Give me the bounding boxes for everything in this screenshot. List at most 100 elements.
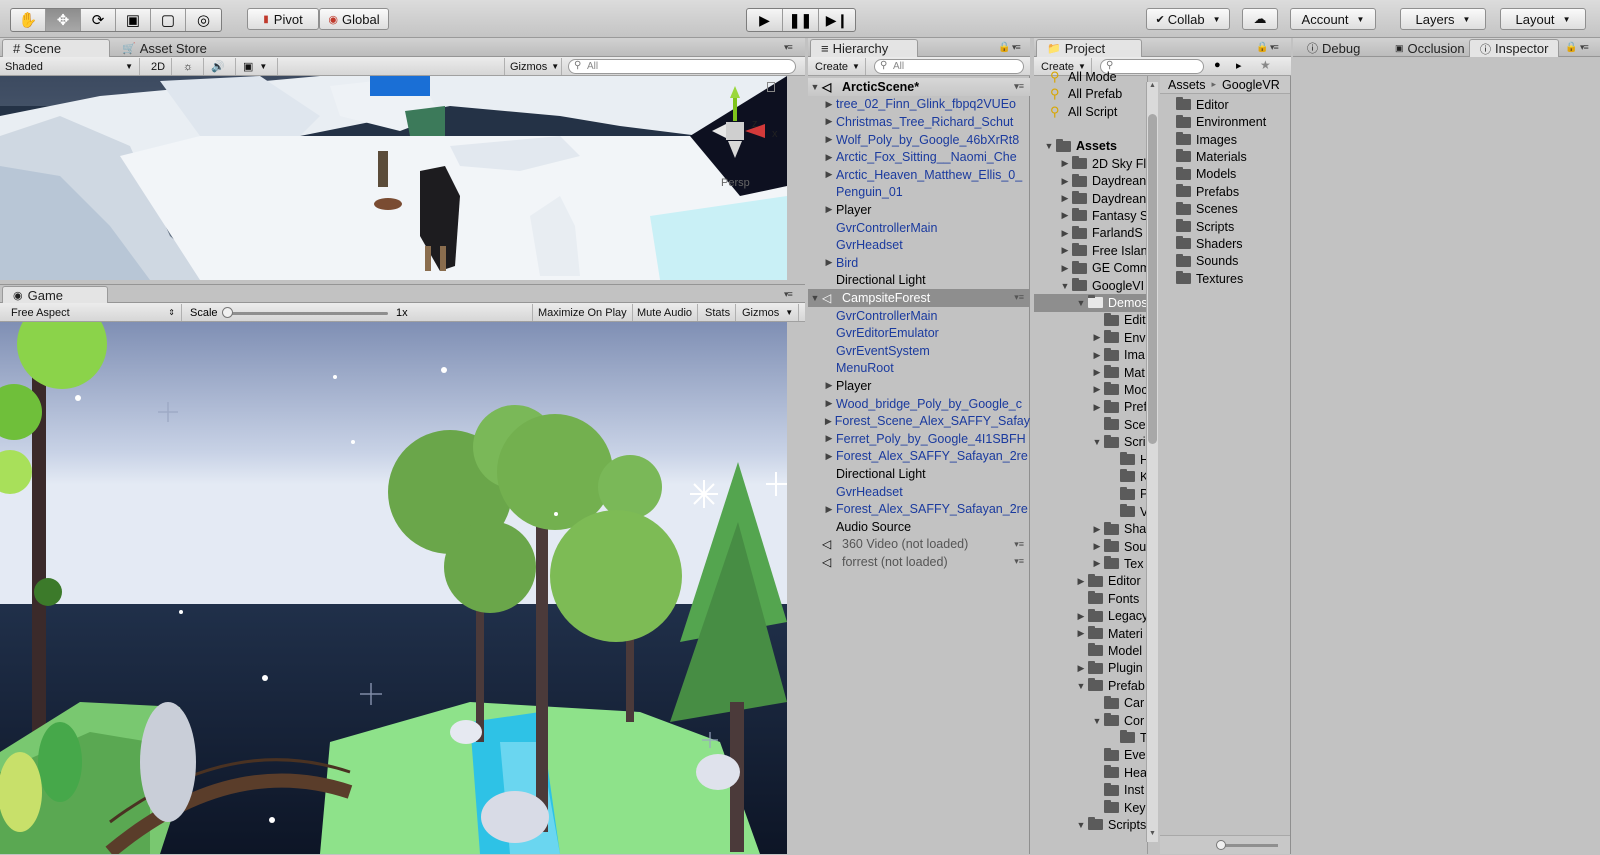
hierarchy-item[interactable]: ▶ tree_02_Finn_Glink_fbpq2VUEo [808, 96, 1030, 114]
lock-gizmo-icon[interactable] [767, 82, 775, 92]
chevron-right-icon[interactable]: ▶ [822, 99, 836, 110]
chevron-right-icon[interactable]: ▶ [1058, 176, 1072, 187]
lock-icon[interactable]: 🔒 [1565, 42, 1577, 53]
project-folder-item[interactable]: ▶ Sha [1090, 520, 1148, 538]
hierarchy-item[interactable]: ▶ Ferret_Poly_by_Google_4I1SBFH [808, 430, 1030, 448]
hierarchy-item[interactable]: GvrHeadset [808, 236, 1030, 254]
project-folder-item[interactable]: Inst [1090, 781, 1148, 799]
project-folder-item[interactable]: ▼ Prefab [1074, 677, 1148, 695]
global-button[interactable]: ◉ Global [319, 8, 389, 30]
saved-search-item[interactable]: ⚲ All Prefab [1042, 85, 1148, 103]
hand-tool-icon[interactable]: ✋ [11, 9, 46, 31]
chevron-right-icon[interactable]: ▶ [1090, 524, 1104, 535]
icon-size-slider-track[interactable] [1218, 844, 1278, 847]
chevron-down-icon[interactable]: ▼ [1058, 281, 1072, 291]
chevron-right-icon[interactable]: ▶ [1058, 228, 1072, 239]
scale-tool-icon[interactable]: ▣ [116, 9, 151, 31]
chevron-right-icon[interactable]: ▶ [1074, 611, 1088, 622]
project-asset-folder[interactable]: Scenes [1176, 200, 1288, 218]
project-folder-item[interactable]: ▼ GoogleVI [1058, 277, 1148, 295]
chevron-right-icon[interactable]: ▶ [822, 433, 836, 444]
project-asset-folder[interactable]: Images [1176, 131, 1288, 149]
hierarchy-item[interactable]: ▶ Forest_Alex_SAFFY_Safayan_2re [808, 448, 1030, 466]
project-folder-item[interactable]: Eve [1090, 747, 1148, 765]
chevron-down-icon[interactable]: ▼ [1090, 716, 1104, 726]
project-folder-item[interactable]: ▶ Ima [1090, 346, 1148, 364]
chevron-down-icon[interactable]: ▼ [1074, 820, 1088, 830]
chevron-right-icon[interactable]: ▶ [822, 169, 836, 180]
transform-tool-icon[interactable]: ◎ [186, 9, 221, 31]
label-tag-icon[interactable]: ▸ [1236, 59, 1242, 72]
chevron-right-icon[interactable]: ▶ [1074, 663, 1088, 674]
panel-menu-icon[interactable]: ▾≡ [784, 42, 793, 53]
project-folder-item[interactable]: Hea [1090, 764, 1148, 782]
project-folder-item[interactable]: ▶ Pref [1090, 399, 1148, 417]
rect-tool-icon[interactable]: ▢ [151, 9, 186, 31]
chevron-right-icon[interactable]: ▶ [822, 134, 836, 145]
project-tree-scrollbar[interactable]: ▲ ▼ [1146, 82, 1158, 842]
chevron-right-icon[interactable]: ▶ [822, 257, 836, 268]
scene-menu-icon[interactable]: ▾≡ [1014, 292, 1024, 303]
hierarchy-create-dropdown[interactable]: Create ▼ [810, 58, 866, 75]
tab-debug[interactable]: ⓘ Debug [1297, 39, 1370, 57]
lock-icon[interactable]: 🔒 [998, 42, 1010, 53]
panel-menu-icon[interactable]: ▾≡ [1012, 42, 1021, 53]
project-folder-item[interactable]: ▶ Legacy [1074, 607, 1148, 625]
project-asset-folder[interactable]: Textures [1176, 270, 1288, 288]
chevron-right-icon[interactable]: ▶ [1090, 558, 1104, 569]
project-folder-item[interactable]: Sce [1090, 416, 1148, 434]
project-folder-item[interactable]: Fonts [1074, 590, 1148, 608]
hierarchy-scene-row[interactable]: ◁ 360 Video (not loaded) ▾≡ [808, 536, 1030, 554]
cloud-button[interactable]: ☁ [1242, 8, 1278, 30]
play-icon[interactable]: ▶ [747, 9, 783, 31]
chevron-right-icon[interactable]: ▶ [1058, 193, 1072, 204]
hierarchy-item[interactable]: GvrHeadset [808, 483, 1030, 501]
hierarchy-item[interactable]: ▶ Forest_Scene_Alex_SAFFY_Safay [808, 412, 1030, 430]
audio-toggle-icon[interactable]: 🔊 [206, 58, 236, 75]
project-folder-item[interactable]: ▼ Scripts [1074, 816, 1148, 834]
project-folder-item[interactable]: ▼ Assets [1042, 138, 1148, 156]
scene-viewport[interactable]: z x Persp [0, 76, 787, 280]
tab-asset-store[interactable]: 🛒 Asset Store [112, 39, 217, 57]
chevron-down-icon[interactable]: ▼ [808, 82, 822, 92]
gizmos-dropdown[interactable]: Gizmos ▼ [737, 304, 800, 321]
project-folder-item[interactable]: K [1106, 468, 1148, 486]
chevron-down-icon[interactable]: ▼ [1074, 681, 1088, 691]
hierarchy-item[interactable]: MenuRoot [808, 360, 1030, 378]
chevron-down-icon[interactable]: ▼ [1042, 141, 1056, 151]
pivot-button[interactable]: ▮ Pivot [247, 8, 319, 30]
project-folder-item[interactable]: ▶ Free Islan [1058, 242, 1148, 260]
chevron-right-icon[interactable]: ▶ [822, 451, 836, 462]
project-asset-folder[interactable]: Prefabs [1176, 183, 1288, 201]
chevron-right-icon[interactable]: ▶ [1090, 541, 1104, 552]
breadcrumb-root[interactable]: Assets [1168, 78, 1206, 92]
project-folder-item[interactable]: ▶ GE Comm [1058, 259, 1148, 277]
aspect-dropdown[interactable]: Free Aspect ⇕ [6, 304, 182, 321]
project-folder-item[interactable]: Car [1090, 694, 1148, 712]
scene-search-input[interactable]: All [568, 59, 796, 74]
project-asset-folder[interactable]: Scripts [1176, 218, 1288, 236]
chevron-right-icon[interactable]: ▶ [1058, 158, 1072, 169]
scale-slider-track[interactable] [226, 312, 388, 315]
2d-toggle[interactable]: 2D [146, 58, 172, 75]
project-asset-folder[interactable]: Environment [1176, 113, 1288, 131]
project-folder-item[interactable]: ▶ Fantasy S [1058, 207, 1148, 225]
tab-game[interactable]: ◉ Game [2, 286, 108, 304]
project-folder-item[interactable]: ▼ Demos [1034, 294, 1148, 312]
chevron-right-icon[interactable]: ▶ [1090, 332, 1104, 343]
chevron-right-icon[interactable]: ▶ [1074, 576, 1088, 587]
project-folder-item[interactable] [1042, 120, 1148, 138]
layout-dropdown[interactable]: Layout ▼ [1500, 8, 1586, 30]
game-viewport[interactable] [0, 322, 787, 854]
chevron-right-icon[interactable]: ▶ [1090, 367, 1104, 378]
hierarchy-item[interactable]: Directional Light [808, 465, 1030, 483]
project-folder-item[interactable]: H [1106, 451, 1148, 469]
project-folder-item[interactable]: V [1106, 503, 1148, 521]
project-folder-item[interactable]: ▶ Sou [1090, 538, 1148, 556]
scrollbar-thumb[interactable] [1148, 114, 1157, 444]
icon-size-slider-handle[interactable] [1216, 840, 1226, 850]
scroll-up-icon[interactable]: ▲ [1149, 82, 1156, 90]
chevron-right-icon[interactable]: ▶ [1090, 402, 1104, 413]
chevron-right-icon[interactable]: ▶ [1058, 245, 1072, 256]
hierarchy-item[interactable]: GvrControllerMain [808, 307, 1030, 325]
